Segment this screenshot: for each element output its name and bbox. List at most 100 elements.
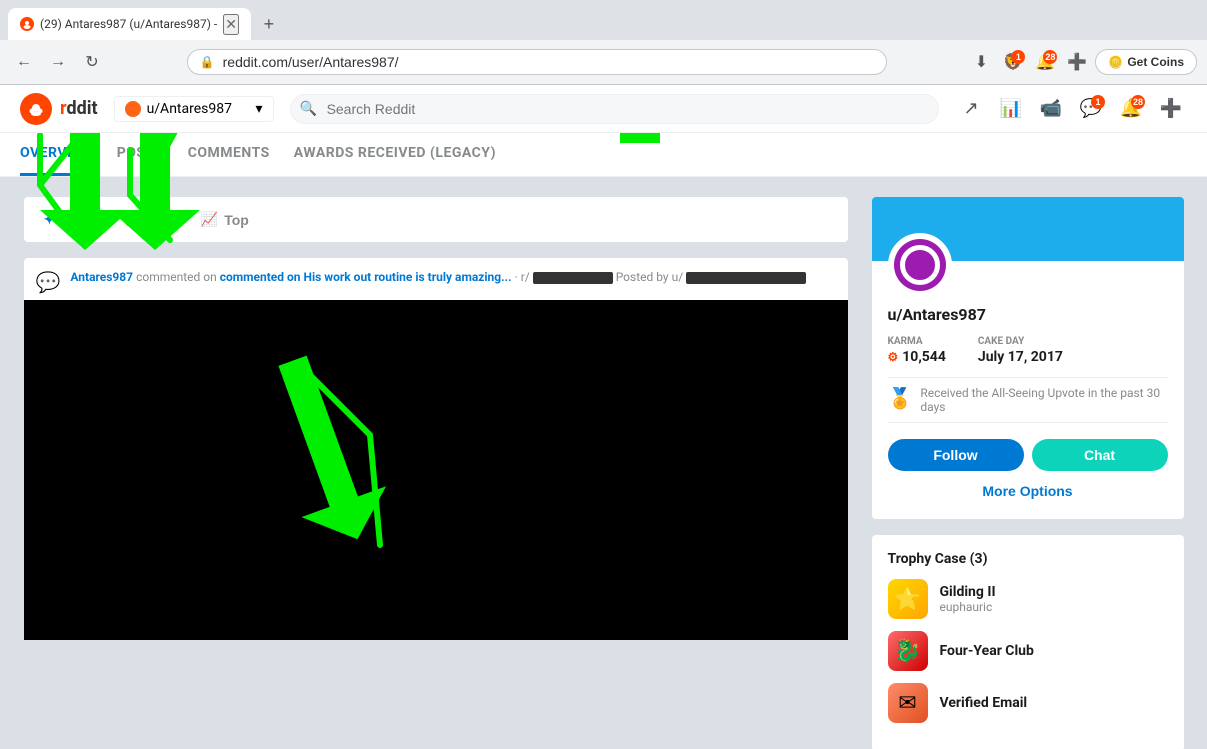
award-text: Received the All-Seeing Upvote in the pa… [920, 386, 1167, 414]
search-container: 🔍 [290, 94, 939, 124]
avatar-wrap [888, 233, 1168, 297]
tab-posts[interactable]: POSTS [117, 133, 164, 176]
trophy-title: Trophy Case (3) [888, 551, 1168, 567]
post-poster-redacted [686, 272, 806, 284]
chat-button[interactable]: Chat [1032, 439, 1168, 471]
trophy-item-four-year: 🐉 Four-Year Club [888, 631, 1168, 671]
notification-badge: 28 [1131, 95, 1145, 109]
filter-bar: ✦ New 🔥 Hot 📈 Top [24, 197, 848, 242]
award-notice: 🏅 Received the All-Seeing Upvote in the … [888, 377, 1168, 423]
karma-icon: ⚙ [888, 350, 899, 364]
karma-stat: Karma ⚙ 10,544 [888, 336, 946, 365]
new-tab-button[interactable]: + [255, 10, 283, 38]
lock-icon: 🔒 [200, 55, 215, 69]
filter-top-label: Top [224, 212, 249, 228]
tab-close-button[interactable]: ✕ [223, 14, 239, 35]
video-button[interactable]: 📹 [1035, 93, 1067, 125]
gilding-trophy-icon: ⭐ [888, 579, 928, 619]
refresh-button[interactable]: ↻ [78, 48, 106, 76]
reddit-logo-icon [20, 93, 52, 125]
notification-button[interactable]: 🔔 28 [1115, 93, 1147, 125]
verified-email-trophy-name: Verified Email [940, 695, 1028, 711]
post-item: 💬 Antares987 commented on commented on H… [24, 258, 848, 640]
trophy-item-verified-email: ✉ Verified Email [888, 683, 1168, 723]
four-year-trophy-icon: 🐉 [888, 631, 928, 671]
filter-hot-label: Hot [145, 212, 168, 228]
verified-email-trophy-info: Verified Email [940, 695, 1028, 711]
active-tab[interactable]: (29) Antares987 (u/Antares987) - ✕ [8, 8, 251, 40]
user-selector[interactable]: u/Antares987 ▾ [114, 96, 274, 122]
tab-comments[interactable]: COMMENTS [188, 133, 270, 176]
address-bar[interactable]: 🔒 [187, 49, 887, 75]
trophy-item-gilding: ⭐ Gilding II euphauric [888, 579, 1168, 619]
search-input[interactable] [290, 94, 939, 124]
center-content: ✦ New 🔥 Hot 📈 Top 💬 [24, 197, 848, 749]
filter-new-button[interactable]: ✦ New [36, 207, 99, 232]
post-author-link[interactable]: Antares987 [70, 270, 133, 284]
get-coins-button[interactable]: 🪙 Get Coins [1095, 49, 1197, 75]
url-input[interactable] [223, 54, 874, 70]
gilding-trophy-info: Gilding II euphauric [940, 584, 996, 614]
profile-actions: Follow Chat [888, 439, 1168, 471]
gilding-trophy-name: Gilding II [940, 584, 996, 600]
karma-number: 10,544 [902, 349, 946, 365]
reddit-logo[interactable]: rddit [20, 93, 98, 125]
download-button[interactable]: ⬇ [967, 48, 995, 76]
selected-user: u/Antares987 [147, 101, 232, 117]
top-icon: 📈 [201, 211, 218, 228]
search-icon: 🔍 [300, 101, 317, 117]
hot-icon: 🔥 [122, 211, 139, 228]
back-button[interactable]: ← [10, 48, 38, 76]
filter-hot-button[interactable]: 🔥 Hot [114, 207, 177, 232]
follow-button[interactable]: Follow [888, 439, 1024, 471]
more-options-button[interactable]: More Options [888, 479, 1168, 503]
post-title-link[interactable]: commented on His work out routine is tru… [220, 270, 512, 284]
four-year-trophy-name: Four-Year Club [940, 643, 1034, 659]
alert-badge: 28 [1043, 50, 1057, 64]
trophy-section: Trophy Case (3) ⭐ Gilding II euphauric 🐉… [872, 535, 1184, 749]
chat-badge: 1 [1091, 95, 1105, 109]
sidebar: u/Antares987 Karma ⚙ 10,544 Cake day [872, 197, 1184, 749]
comment-icon: 💬 [36, 270, 61, 294]
karma-value: ⚙ 10,544 [888, 349, 946, 365]
avatar-inner [894, 239, 946, 291]
verified-email-trophy-icon: ✉ [888, 683, 928, 723]
post-subreddit-prefix: · r/ [515, 270, 530, 284]
avatar [888, 233, 952, 297]
cake-day-value: July 17, 2017 [978, 349, 1063, 365]
post-posted-by: Posted by u/ [616, 270, 683, 284]
tab-overview[interactable]: OVERVIEW [20, 133, 93, 176]
cake-day-label: Cake day [978, 336, 1063, 347]
profile-tabs: OVERVIEW POSTS COMMENTS AWARDS RECEIVED … [0, 133, 1207, 177]
profile-stats: Karma ⚙ 10,544 Cake day July 17, 2017 [888, 336, 1168, 365]
karma-label: Karma [888, 336, 946, 347]
stats-button[interactable]: 📊 [995, 93, 1027, 125]
tab-awards[interactable]: AWARDS RECEIVED (LEGACY) [294, 133, 496, 176]
share-button[interactable]: ↗ [955, 93, 987, 125]
filter-new-label: New [61, 212, 90, 228]
cake-day-stat: Cake day July 17, 2017 [978, 336, 1063, 365]
forward-button[interactable]: → [44, 48, 72, 76]
new-icon: ✦ [44, 211, 56, 228]
get-coins-label: Get Coins [1127, 55, 1184, 69]
post-image-inner [24, 300, 848, 640]
chat-button[interactable]: 💬 1 [1075, 93, 1107, 125]
gilding-trophy-sub: euphauric [940, 600, 996, 614]
profile-card: u/Antares987 Karma ⚙ 10,544 Cake day [872, 197, 1184, 519]
create-post-button[interactable]: ➕ [1155, 93, 1187, 125]
extension-alert-button[interactable]: 🔔 28 [1031, 48, 1059, 76]
post-comment-text: commented on [136, 270, 220, 284]
brave-badge: 1 [1011, 50, 1025, 64]
user-selector-chevron: ▾ [256, 101, 263, 117]
new-profile-button[interactable]: ➕ [1063, 48, 1091, 76]
coins-icon: 🪙 [1108, 55, 1123, 69]
filter-top-button[interactable]: 📈 Top [193, 207, 257, 232]
tab-favicon [20, 17, 34, 31]
tab-title: (29) Antares987 (u/Antares987) - [40, 17, 217, 31]
post-image[interactable] [24, 300, 848, 640]
award-icon: 🏅 [888, 386, 913, 410]
extension-brave-button[interactable]: 🦁 1 [999, 48, 1027, 76]
four-year-trophy-info: Four-Year Club [940, 643, 1034, 659]
reddit-logo-text: rddit [60, 98, 98, 119]
avatar-ring [900, 245, 940, 285]
